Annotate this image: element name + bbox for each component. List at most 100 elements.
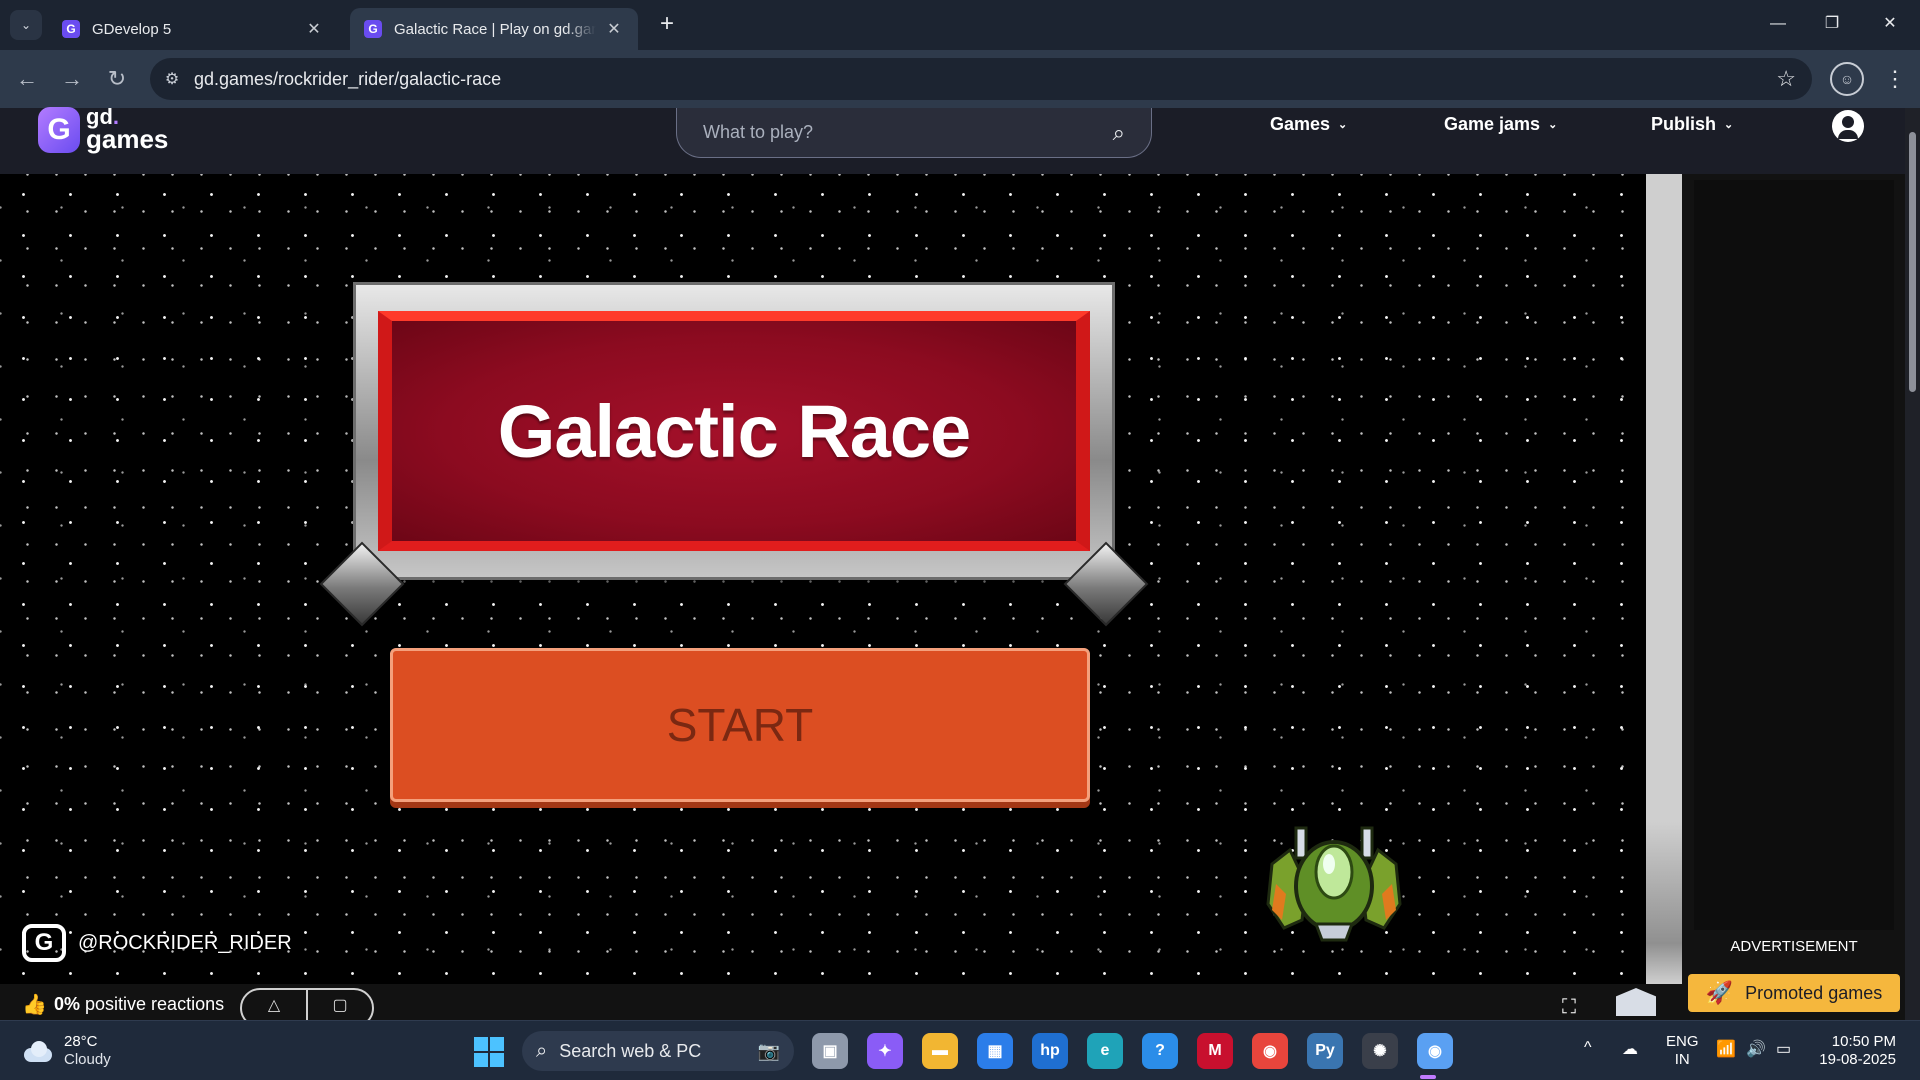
browser-toolbar: ← → ↻ ⚙ gd.games/rockrider_rider/galacti… bbox=[0, 50, 1920, 108]
author-name[interactable]: @ROCKRIDER_RIDER bbox=[78, 932, 292, 955]
taskbar-search-label: Search web & PC bbox=[559, 1040, 702, 1061]
tray-overflow-chevron-icon[interactable]: ^ bbox=[1584, 1039, 1592, 1057]
microsoft-store-icon[interactable]: ▦ bbox=[977, 1033, 1013, 1069]
close-window-button[interactable]: ✕ bbox=[1870, 8, 1910, 40]
account-body-shape bbox=[1838, 130, 1858, 139]
thumbs-up-icon: 👍 bbox=[22, 994, 47, 1016]
task-view-icon[interactable]: ▣ bbox=[812, 1033, 848, 1069]
language-region: IN bbox=[1674, 1051, 1690, 1068]
url-text[interactable]: gd.games/rockrider_rider/galactic-race bbox=[194, 69, 501, 90]
tab-gdevelop[interactable]: G GDevelop 5 ✕ bbox=[48, 8, 338, 50]
tab-title: GDevelop 5 bbox=[92, 20, 172, 38]
chevron-down-icon: ⌄ bbox=[1338, 119, 1348, 131]
windows-start-icon[interactable] bbox=[474, 1037, 504, 1067]
nav-label: Publish bbox=[1651, 114, 1717, 134]
python-icon[interactable]: Py bbox=[1307, 1033, 1343, 1069]
clock-date: 19-08-2025 bbox=[1819, 1051, 1896, 1068]
hp-icon[interactable]: hp bbox=[1032, 1033, 1068, 1069]
active-app-indicator bbox=[1420, 1075, 1436, 1079]
system-clock[interactable]: 10:50 PM 19-08-2025 bbox=[1812, 1033, 1896, 1069]
language-indicator[interactable]: ENG IN bbox=[1666, 1033, 1699, 1069]
volume-icon[interactable]: 🔊 bbox=[1746, 1039, 1766, 1059]
search-icon[interactable]: ⌕ bbox=[1113, 120, 1125, 146]
nav-game-jams[interactable]: Game jams ⌄ bbox=[1444, 114, 1557, 135]
reactions-bar: 👍 0% positive reactions △ ▢ ⛶ bbox=[0, 984, 1656, 1028]
chevron-down-icon: ⌄ bbox=[1548, 119, 1558, 131]
mcafee-icon[interactable]: M bbox=[1197, 1033, 1233, 1069]
copilot-icon[interactable]: ✦ bbox=[867, 1033, 903, 1069]
share-icon[interactable] bbox=[1616, 988, 1656, 1016]
reactions-label: positive reactions bbox=[80, 994, 225, 1014]
title-panel-inner: Galactic Race bbox=[378, 311, 1090, 551]
network-warning-icon[interactable]: ☁ bbox=[1622, 1039, 1638, 1059]
weather-widget[interactable]: 28°C Cloudy bbox=[22, 1033, 111, 1069]
chrome-icon[interactable]: ◉ bbox=[1252, 1033, 1288, 1069]
page-scrollbar-thumb[interactable] bbox=[1909, 132, 1916, 392]
gdevelop-favicon-icon: G bbox=[62, 20, 80, 38]
account-icon[interactable] bbox=[1832, 110, 1864, 142]
browser-menu-icon[interactable]: ⋮ bbox=[1880, 62, 1910, 96]
wifi-icon[interactable]: 📶 bbox=[1716, 1039, 1736, 1059]
logo-line-2: games bbox=[86, 124, 169, 154]
gdgames-logo-icon: G bbox=[38, 107, 80, 153]
rocket-icon: 🚀 bbox=[1705, 980, 1734, 1005]
browser-tab-bar: ⌄ G GDevelop 5 ✕ G Galactic Race | Play … bbox=[0, 0, 1920, 50]
reactions-percent: 0% bbox=[54, 994, 81, 1014]
logo-wordmark: gd. games bbox=[86, 106, 169, 154]
cloud-icon bbox=[22, 1040, 54, 1062]
advertisement-panel[interactable] bbox=[1694, 180, 1894, 930]
file-explorer-icon[interactable]: ▬ bbox=[922, 1033, 958, 1069]
tab-title: Galactic Race | Play on gd.games bbox=[394, 20, 596, 38]
language-code: ENG bbox=[1666, 1033, 1699, 1050]
start-button[interactable]: START bbox=[390, 648, 1090, 802]
new-tab-button[interactable]: + bbox=[652, 10, 682, 40]
promoted-games-label: Promoted games bbox=[1745, 982, 1883, 1003]
weather-description: Cloudy bbox=[64, 1051, 111, 1068]
address-bar[interactable]: ⚙ gd.games/rockrider_rider/galactic-race… bbox=[150, 58, 1812, 100]
reactions-summary: 0% positive reactions bbox=[54, 994, 224, 1015]
weather-temperature: 28°C bbox=[64, 1033, 98, 1050]
settings-helper-icon[interactable]: ? bbox=[1142, 1033, 1178, 1069]
battery-icon[interactable]: ▭ bbox=[1776, 1039, 1791, 1059]
spaceship-sprite bbox=[1266, 826, 1402, 942]
nav-publish[interactable]: Publish ⌄ bbox=[1651, 114, 1733, 135]
page-scrollbar[interactable] bbox=[1905, 108, 1920, 1020]
game-canvas[interactable]: Galactic Race START G @ROCKRIDER_RIDER bbox=[0, 174, 1646, 984]
author-credit[interactable]: G @ROCKRIDER_RIDER bbox=[22, 924, 292, 962]
windows-taskbar: 28°C Cloudy ⌕ Search web & PC 📷 ▣ ✦ ▬ ▦ hp e?… bbox=[0, 1020, 1920, 1080]
chevron-down-icon: ⌄ bbox=[1724, 119, 1734, 131]
game-title: Galactic Race bbox=[497, 389, 971, 473]
nav-label: Games bbox=[1270, 114, 1331, 134]
nav-games[interactable]: Games ⌄ bbox=[1270, 114, 1347, 135]
back-button[interactable]: ← bbox=[10, 62, 44, 96]
advertisement-label: ADVERTISEMENT bbox=[1730, 938, 1858, 955]
close-tab-icon[interactable]: ✕ bbox=[304, 19, 324, 39]
taskbar-search[interactable]: ⌕ Search web & PC 📷 bbox=[522, 1031, 794, 1071]
account-head-shape bbox=[1842, 116, 1854, 128]
forward-button[interactable]: → bbox=[55, 62, 89, 96]
reload-button[interactable]: ↻ bbox=[100, 62, 134, 96]
site-info-icon[interactable]: ⚙ bbox=[150, 69, 194, 89]
search-icon: ⌕ bbox=[536, 1039, 548, 1062]
chatgpt-icon[interactable]: ✺ bbox=[1362, 1033, 1398, 1069]
bookmark-star-icon[interactable]: ☆ bbox=[1776, 66, 1796, 92]
gdevelop-logo-icon: G bbox=[22, 924, 66, 962]
site-header: G gd. games What to play? ⌕ Games ⌄ Game… bbox=[0, 106, 1905, 174]
restore-button[interactable]: ❐ bbox=[1812, 8, 1852, 40]
edge-icon[interactable]: e bbox=[1087, 1033, 1123, 1069]
game-page: Galactic Race START G @ROCKRIDER_RIDER 👍… bbox=[0, 174, 1905, 1028]
game-frame-scrollbar[interactable] bbox=[1646, 174, 1682, 984]
search-input[interactable]: What to play? ⌕ bbox=[676, 108, 1152, 158]
tab-search-button[interactable]: ⌄ bbox=[10, 10, 42, 40]
close-tab-icon[interactable]: ✕ bbox=[604, 19, 624, 39]
promoted-games-button[interactable]: 🚀 Promoted games bbox=[1688, 974, 1900, 1012]
tab-galactic-race[interactable]: G Galactic Race | Play on gd.games ✕ bbox=[350, 8, 638, 50]
gdgames-logo[interactable]: G gd. games bbox=[38, 106, 169, 154]
gdgames-favicon-icon: G bbox=[364, 20, 382, 38]
chrome-profile-icon[interactable]: ◉ bbox=[1417, 1033, 1453, 1069]
nav-label: Game jams bbox=[1444, 114, 1541, 134]
profile-icon[interactable]: ☺ bbox=[1830, 62, 1864, 96]
fullscreen-icon[interactable]: ⛶ bbox=[1562, 996, 1576, 1019]
clock-time: 10:50 PM bbox=[1831, 1033, 1896, 1050]
minimize-button[interactable]: — bbox=[1758, 8, 1798, 40]
